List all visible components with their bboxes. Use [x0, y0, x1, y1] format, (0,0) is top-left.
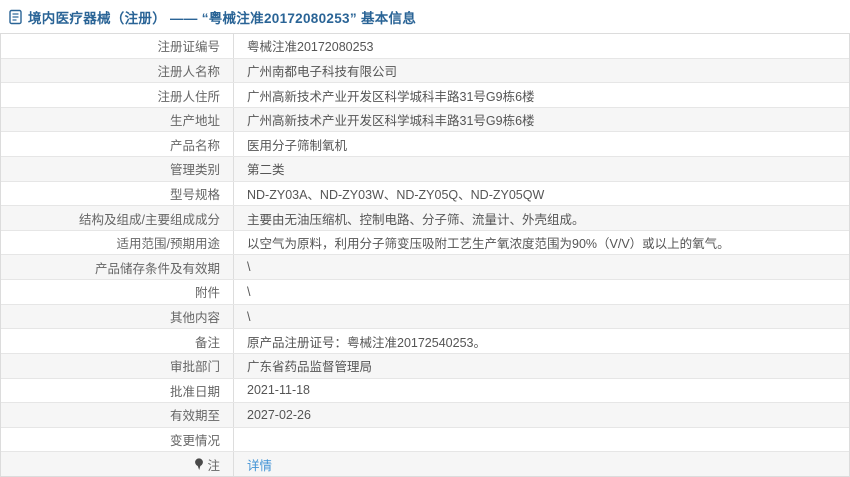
row-label: 注册人住所	[1, 83, 234, 107]
table-row: 适用范围/预期用途 以空气为原料，利用分子筛变压吸附工艺生产氧浓度范围为90%（…	[1, 230, 849, 256]
table-row: 注册人名称 广州南都电子科技有限公司	[1, 58, 849, 84]
row-label: 生产地址	[1, 107, 234, 132]
table-row: 生产地址 广州高新技术产业开发区科学城科丰路31号G9栋6楼	[1, 107, 849, 133]
info-table: 注册证编号 粤械注准20172080253 注册人名称 广州南都电子科技有限公司…	[0, 33, 850, 477]
row-label-text: 审批部门	[169, 360, 220, 375]
row-value: 原产品注册证号：粤械注准20172540253。	[247, 335, 486, 350]
row-value: 2027-02-26	[247, 407, 311, 422]
row-label: 批准日期	[1, 378, 234, 403]
table-row: 注 详情	[1, 452, 849, 476]
table-row: 型号规格 ND-ZY03A、ND-ZY03W、ND-ZY05Q、ND-ZY05Q…	[1, 181, 849, 207]
row-value: 第二类	[247, 163, 285, 178]
row-label-text: 结构及组成/主要组成成分	[79, 212, 220, 227]
row-label-text: 注册人名称	[157, 64, 220, 79]
row-value: 详情	[234, 455, 849, 474]
row-label: 结构及组成/主要组成成分	[1, 206, 234, 230]
row-label: 产品储存条件及有效期	[1, 255, 234, 280]
row-label-text: 变更情况	[169, 434, 220, 449]
row-value: \	[247, 260, 251, 275]
row-label: 产品名称	[1, 132, 234, 157]
row-value: 2021-11-18	[247, 383, 311, 398]
table-row: 审批部门 广东省药品监督管理局	[1, 353, 849, 379]
table-row: 结构及组成/主要组成成分 主要由无油压缩机、控制电路、分子筛、流量计、外壳组成。	[1, 206, 849, 231]
row-value: \	[247, 309, 251, 324]
page-title: 境内医疗器械（注册） —— “粤械注准20172080253” 基本信息	[28, 10, 417, 26]
row-label: 备注	[1, 329, 234, 353]
row-value: 主要由无油压缩机、控制电路、分子筛、流量计、外壳组成。	[247, 212, 585, 227]
row-label: 有效期至	[1, 403, 234, 427]
row-label: 注册人名称	[1, 58, 234, 83]
row-label-text: 适用范围/预期用途	[116, 237, 220, 252]
row-label-text: 产品储存条件及有效期	[94, 261, 220, 276]
row-label: 审批部门	[1, 353, 234, 378]
details-link[interactable]: 详情	[247, 459, 272, 473]
table-row: 注册证编号 粤械注准20172080253	[1, 34, 849, 59]
page-header: 境内医疗器械（注册） —— “粤械注准20172080253” 基本信息	[0, 0, 850, 33]
row-label-text: 注	[207, 458, 220, 473]
row-value: 广州南都电子科技有限公司	[247, 64, 398, 79]
row-value: 以空气为原料，利用分子筛变压吸附工艺生产氧浓度范围为90%（V/V）或以上的氧气…	[247, 237, 730, 252]
row-label-text: 产品名称	[169, 138, 220, 153]
note-pin-icon	[194, 458, 204, 471]
table-row: 附件 \	[1, 280, 849, 305]
row-label-text: 注册证编号	[157, 40, 220, 55]
row-label: 适用范围/预期用途	[1, 230, 234, 255]
table-row: 其他内容 \	[1, 304, 849, 330]
row-label-text: 注册人住所	[157, 89, 220, 104]
row-value: 广东省药品监督管理局	[247, 360, 373, 375]
row-label-text: 生产地址	[169, 114, 220, 129]
row-label-text: 其他内容	[169, 311, 220, 325]
row-label: 管理类别	[1, 157, 234, 181]
row-label: 型号规格	[1, 181, 234, 206]
row-label-text: 批准日期	[169, 384, 220, 399]
row-value: ND-ZY03A、ND-ZY03W、ND-ZY05Q、ND-ZY05QW	[247, 187, 545, 202]
table-row: 批准日期 2021-11-18	[1, 378, 849, 404]
row-label: 注册证编号	[1, 34, 234, 58]
row-label-text: 备注	[194, 335, 220, 350]
row-label-text: 管理类别	[169, 163, 220, 178]
row-label-text: 有效期至	[169, 409, 220, 424]
row-value: \	[247, 284, 251, 299]
row-label: 附件	[1, 280, 234, 304]
table-row: 有效期至 2027-02-26	[1, 403, 849, 428]
row-label-text: 型号规格	[169, 187, 220, 202]
table-row: 变更情况	[1, 427, 849, 453]
table-row: 备注 原产品注册证号：粤械注准20172540253。	[1, 329, 849, 354]
row-value: 医用分子筛制氧机	[247, 138, 348, 153]
row-label-text: 附件	[194, 286, 220, 301]
row-label: 注	[1, 452, 234, 476]
row-label: 变更情况	[1, 427, 234, 452]
row-value: 粤械注准20172080253	[247, 40, 374, 55]
document-icon	[9, 9, 22, 25]
row-label: 其他内容	[1, 304, 234, 329]
row-value: 广州高新技术产业开发区科学城科丰路31号G9栋6楼	[247, 114, 535, 129]
table-row: 管理类别 第二类	[1, 157, 849, 182]
table-row: 产品名称 医用分子筛制氧机	[1, 132, 849, 158]
table-row: 注册人住所 广州高新技术产业开发区科学城科丰路31号G9栋6楼	[1, 83, 849, 108]
row-value: 广州高新技术产业开发区科学城科丰路31号G9栋6楼	[247, 89, 535, 104]
table-row: 产品储存条件及有效期 \	[1, 255, 849, 281]
